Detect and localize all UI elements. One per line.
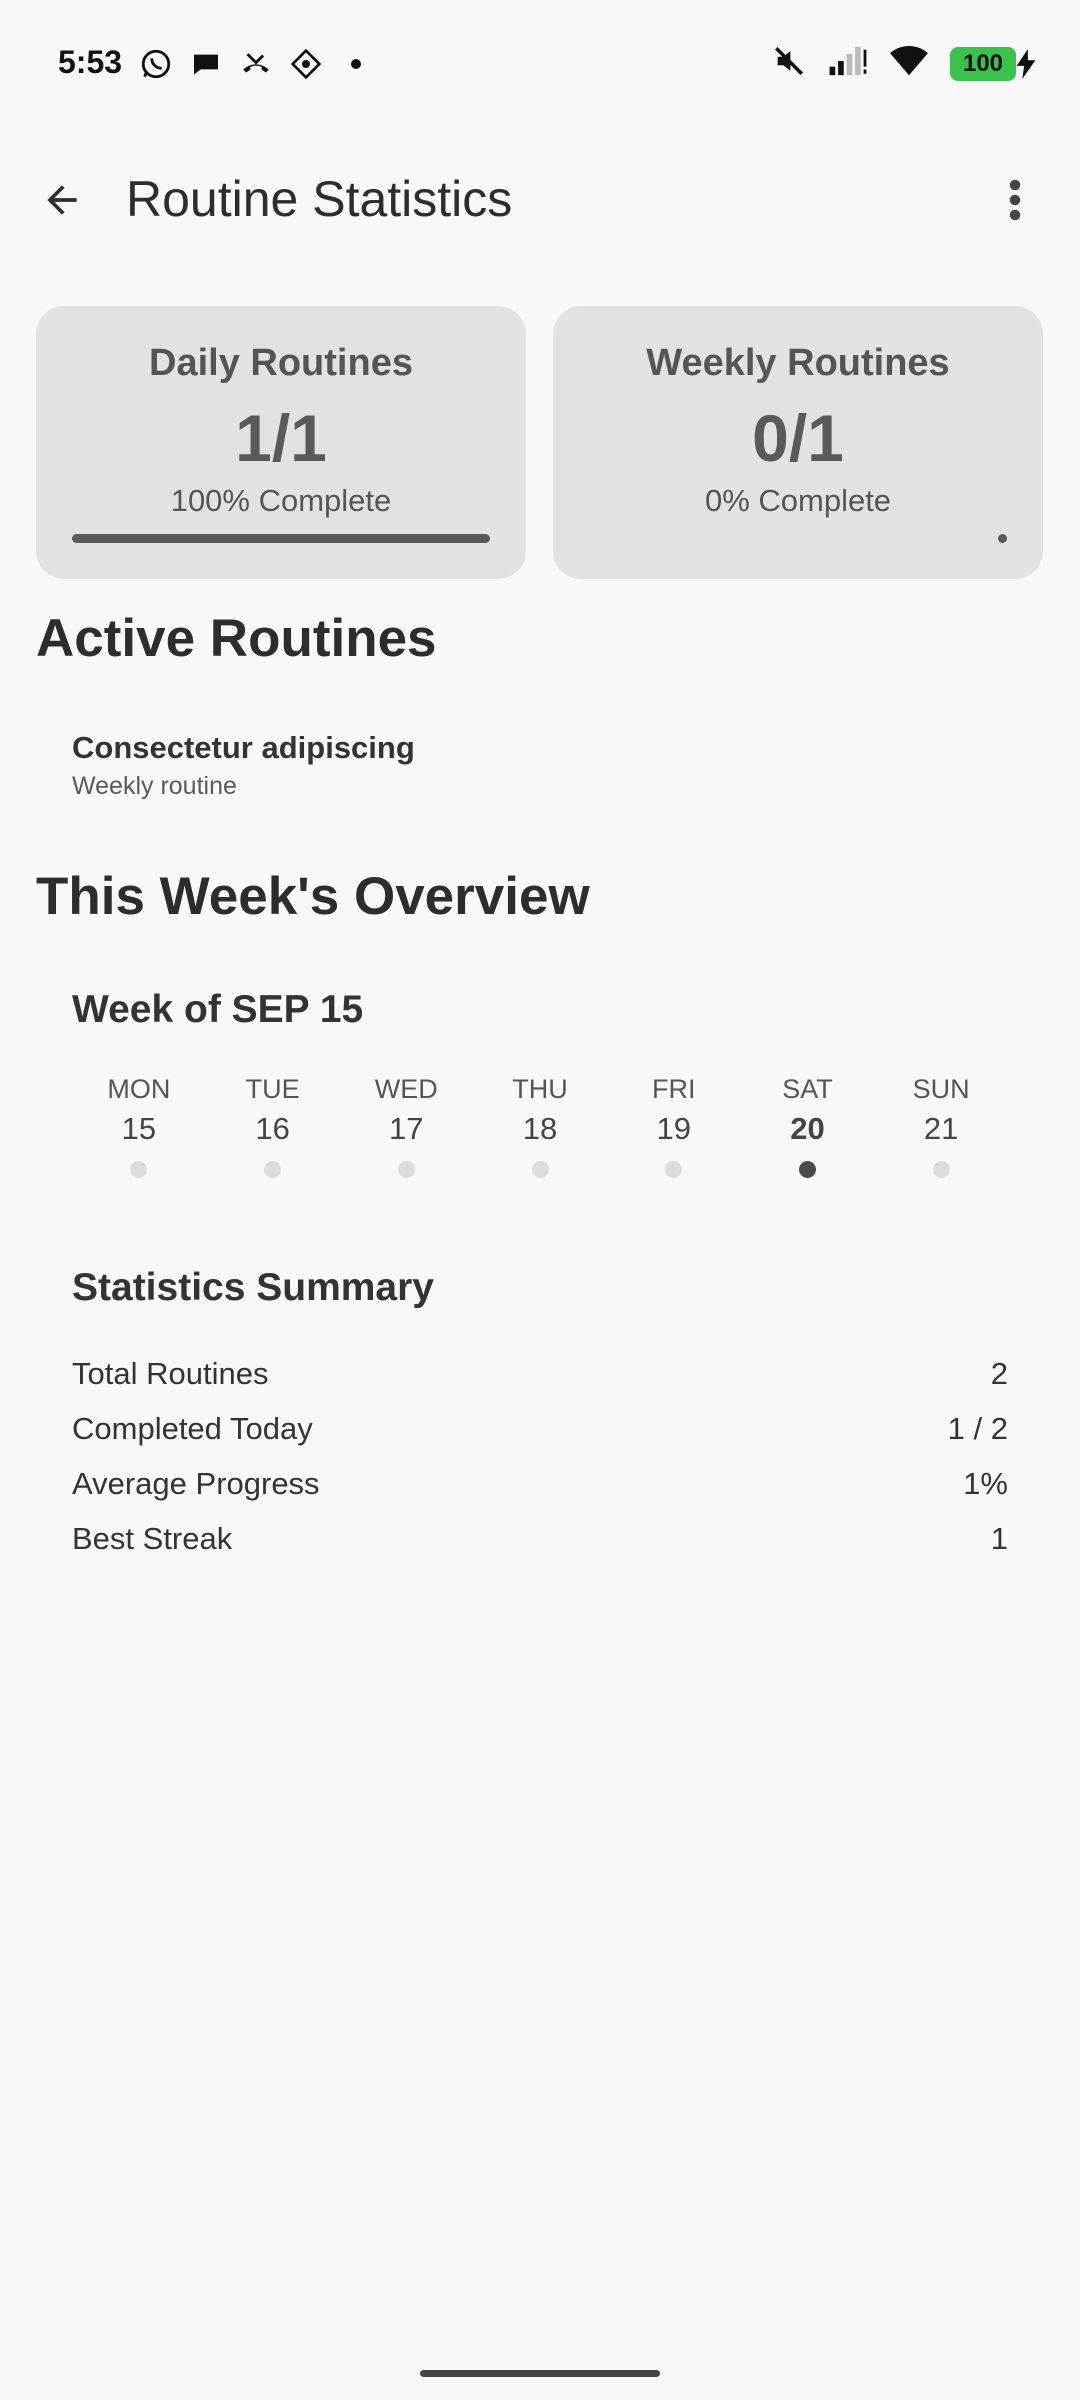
status-bar: 5:53 100: [0, 0, 1080, 130]
screen: 5:53 100 Routine Statistics Daily Routin…: [0, 0, 1080, 2400]
day-name: MON: [107, 1074, 171, 1104]
routine-type: Weekly routine: [72, 772, 237, 800]
day-number: 15: [121, 1111, 157, 1146]
page-title: Routine Statistics: [126, 171, 513, 227]
day-name: SUN: [912, 1074, 970, 1104]
day-number: 18: [522, 1111, 558, 1146]
statistics-summary-title: Statistics Summary: [72, 1266, 434, 1309]
signal-icon: [828, 44, 868, 83]
day-number: 20: [790, 1111, 825, 1146]
day-status-dot: [531, 1161, 549, 1178]
missed-call-icon: [238, 46, 274, 82]
notification-icons: [138, 46, 374, 82]
day-name: TUE: [245, 1074, 300, 1104]
more-options-button[interactable]: [990, 168, 1040, 232]
stat-value: 1: [990, 1521, 1008, 1556]
week-days: MON 15 TUE 16 WED 17 THU 18 FRI 19 SAT 2…: [72, 1074, 1008, 1178]
more-vert-icon: [1009, 179, 1021, 221]
daily-progress-bar: [72, 534, 490, 543]
day-status-dot: [130, 1161, 148, 1178]
day-status-dot: [397, 1161, 415, 1178]
progress-fill: [72, 534, 490, 543]
mute-icon: [772, 44, 806, 83]
day-status-dot: [665, 1161, 683, 1178]
stat-row-total-routines: Total Routines 2: [72, 1356, 1008, 1411]
app-icon: [288, 46, 324, 82]
daily-routines-card: Daily Routines 1/1 100% Complete: [36, 306, 526, 579]
stat-row-best-streak: Best Streak 1: [72, 1521, 1008, 1576]
card-count: 0/1: [752, 401, 844, 475]
stat-label: Average Progress: [72, 1466, 320, 1501]
card-count: 1/1: [235, 401, 327, 475]
stat-value: 2: [990, 1356, 1008, 1391]
dot-icon: [338, 46, 374, 82]
day-number: 16: [255, 1111, 290, 1146]
wifi-icon: [890, 45, 928, 82]
day-number: 17: [389, 1111, 424, 1146]
day-tue[interactable]: TUE 16: [206, 1074, 340, 1178]
battery-icon: 100: [950, 46, 1036, 81]
day-fri[interactable]: FRI 19: [607, 1074, 741, 1178]
day-number: 19: [656, 1111, 691, 1146]
stat-row-average-progress: Average Progress 1%: [72, 1466, 1008, 1521]
app-bar: Routine Statistics: [0, 150, 1080, 250]
home-indicator[interactable]: [420, 2370, 660, 2377]
routine-list-item[interactable]: Consectetur adipiscing Weekly routine: [72, 730, 415, 801]
week-title: Week of SEP 15: [72, 988, 364, 1031]
arrow-back-icon: [47, 185, 77, 215]
system-icons: 100: [772, 44, 1036, 83]
stat-label: Best Streak: [72, 1521, 233, 1556]
day-sun[interactable]: SUN 21: [874, 1074, 1008, 1178]
routine-name: Consectetur adipiscing: [72, 730, 415, 765]
status-time: 5:53: [58, 44, 123, 80]
whatsapp-icon: [138, 46, 174, 82]
day-name: SAT: [782, 1074, 833, 1104]
card-percent: 0% Complete: [704, 483, 892, 518]
active-routines-heading: Active Routines: [36, 609, 437, 668]
day-name: WED: [374, 1074, 438, 1104]
day-name: FRI: [651, 1074, 696, 1104]
card-percent: 100% Complete: [170, 483, 392, 518]
day-status-dot: [798, 1161, 816, 1178]
back-button[interactable]: [30, 168, 94, 232]
stat-value: 1 / 2: [947, 1411, 1008, 1446]
day-thu[interactable]: THU 18: [473, 1074, 607, 1178]
day-status-dot: [932, 1161, 950, 1178]
battery-level: 100: [962, 49, 1004, 77]
statistics-list: Total Routines 2 Completed Today 1 / 2 A…: [72, 1356, 1008, 1576]
weekly-progress-indicator: [998, 534, 1007, 543]
day-mon[interactable]: MON 15: [72, 1074, 206, 1178]
weekly-routines-card: Weekly Routines 0/1 0% Complete: [553, 306, 1043, 579]
card-title: Weekly Routines: [646, 342, 950, 384]
chat-icon: [188, 46, 224, 82]
day-wed[interactable]: WED 17: [339, 1074, 473, 1178]
day-sat[interactable]: SAT 20: [741, 1074, 875, 1178]
card-title: Daily Routines: [149, 342, 413, 384]
overview-heading: This Week's Overview: [36, 867, 590, 926]
stat-label: Completed Today: [72, 1411, 313, 1446]
stat-value: 1%: [963, 1466, 1008, 1501]
stat-label: Total Routines: [72, 1356, 269, 1391]
day-name: THU: [512, 1074, 568, 1104]
day-status-dot: [264, 1161, 282, 1178]
stat-row-completed-today: Completed Today 1 / 2: [72, 1411, 1008, 1466]
day-number: 21: [923, 1111, 959, 1146]
